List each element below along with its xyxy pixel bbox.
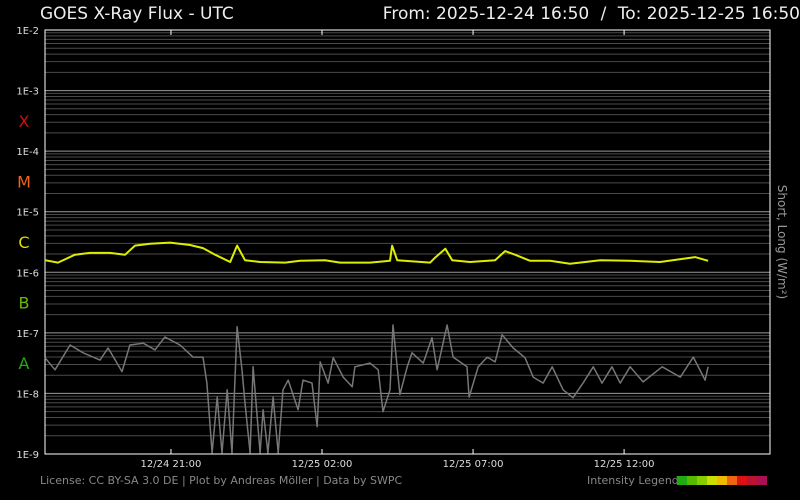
- flare-class-label: A: [19, 354, 30, 373]
- intensity-swatch: [746, 476, 757, 485]
- intensity-swatch: [716, 476, 727, 485]
- license-footer: License: CC BY-SA 3.0 DE | Plot by Andre…: [40, 474, 403, 487]
- intensity-legend-label: Intensity Legend: [587, 474, 679, 487]
- flare-class-label: M: [17, 172, 31, 191]
- y-tick-label: 1E-2: [16, 26, 39, 37]
- y-tick-label: 1E-4: [16, 147, 39, 158]
- y-tick-label: 1E-7: [16, 329, 39, 340]
- y-tick-label: 1E-9: [16, 450, 39, 461]
- x-tick-label: 12/25 07:00: [443, 459, 504, 470]
- intensity-swatch: [706, 476, 717, 485]
- intensity-legend: Intensity Legend: [587, 474, 767, 487]
- intensity-swatch: [756, 476, 767, 485]
- flare-class-label: X: [19, 112, 30, 131]
- y-tick-label: 1E-5: [16, 208, 39, 219]
- intensity-swatch: [676, 476, 687, 485]
- intensity-swatch: [686, 476, 697, 485]
- flare-class-label: C: [18, 233, 29, 252]
- series-line-short: [44, 324, 709, 454]
- series-line-long: [44, 241, 709, 265]
- y-tick-label: 1E-3: [16, 87, 39, 98]
- x-tick-label: 12/25 02:00: [292, 459, 353, 470]
- flare-class-label: B: [19, 294, 30, 313]
- xray-flux-chart: 1E-2 1E-3 1E-4 1E-5 1E-6 1E-7 1E-8 1E-9 X M C B A 12/…: [16, 26, 771, 470]
- x-tick-label: 12/24 21:00: [141, 459, 202, 470]
- intensity-swatch: [726, 476, 737, 485]
- intensity-swatch: [696, 476, 707, 485]
- intensity-swatch: [736, 476, 747, 485]
- y-tick-label: 1E-8: [16, 389, 39, 400]
- x-tick-label: 12/25 12:00: [594, 459, 655, 470]
- y-axis-label: Short, Long (W/m²): [775, 184, 789, 300]
- intensity-legend-swatches: [676, 476, 767, 485]
- y-tick-label: 1E-6: [16, 268, 39, 279]
